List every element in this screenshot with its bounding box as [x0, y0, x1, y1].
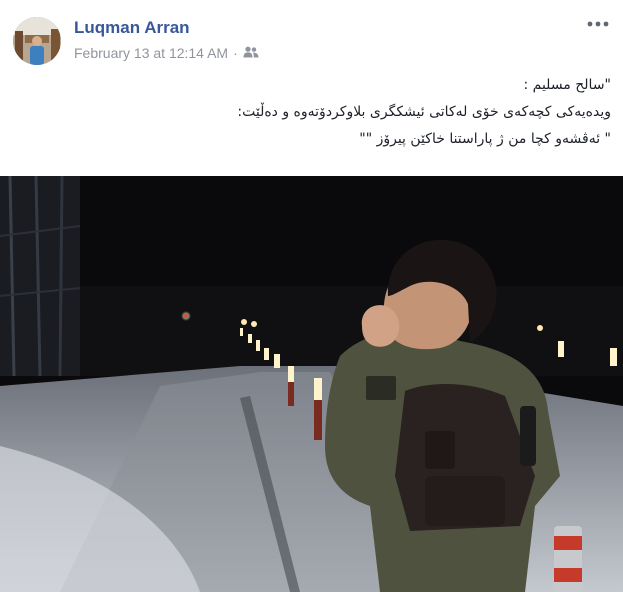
post-text-line-2: ویدەیەکی کچەکەی خۆی لەکاتی ئیشکگری بلاوک… — [237, 104, 611, 120]
author-avatar[interactable] — [13, 17, 61, 65]
post-text-line-3: " ئەڤشەو کچا من ژ پاراستنا خاکێن پیرۆز "… — [359, 131, 611, 147]
more-options-icon[interactable] — [585, 14, 611, 34]
post-message: "سالح مسلیم : ویدەیەکی کچەکەی خۆی لەکاتی… — [13, 72, 611, 153]
meta-separator: · — [233, 45, 238, 61]
post-photo[interactable] — [0, 176, 623, 592]
post-meta: February 13 at 12:14 AM · — [74, 45, 259, 61]
post-text-line-1: "سالح مسلیم : — [523, 77, 611, 93]
night-snow-photo — [0, 176, 623, 592]
author-name[interactable]: Luqman Arran — [74, 18, 190, 38]
friends-icon[interactable] — [243, 45, 259, 61]
post-header: Luqman Arran February 13 at 12:14 AM · — [0, 0, 623, 70]
post-timestamp[interactable]: February 13 at 12:14 AM — [74, 45, 228, 61]
avatar-image — [13, 17, 61, 65]
facebook-post: Luqman Arran February 13 at 12:14 AM · " — [0, 0, 623, 592]
